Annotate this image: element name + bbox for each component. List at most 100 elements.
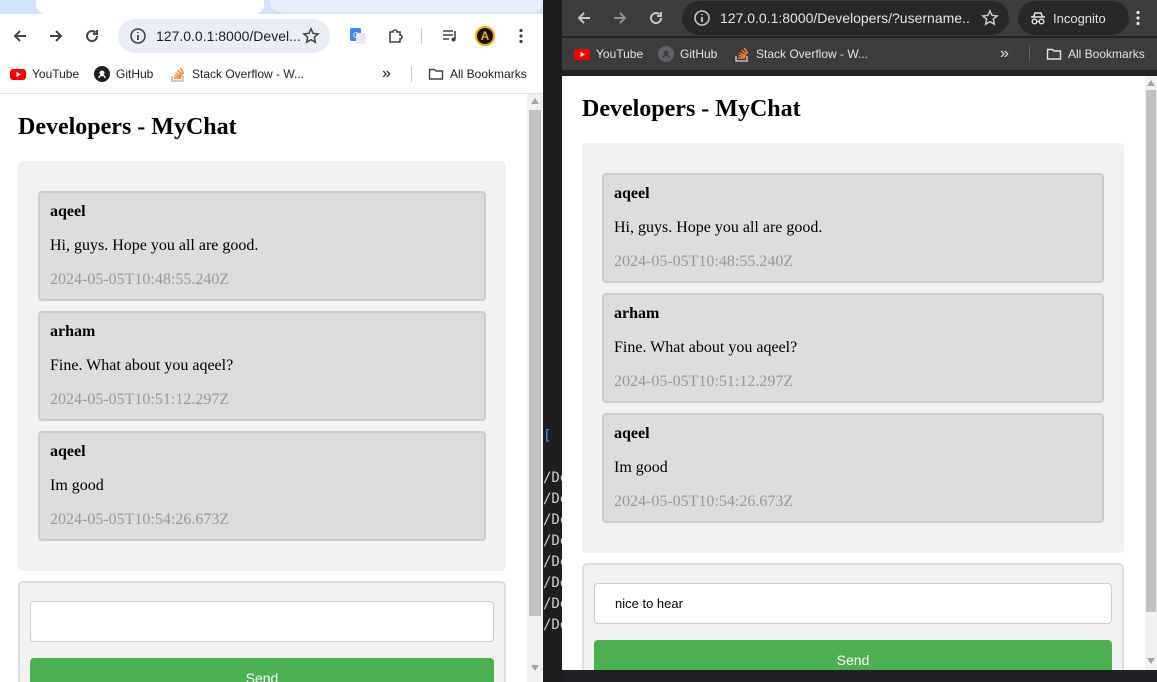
forward-icon[interactable] <box>608 6 632 30</box>
right-page-content: Developers - MyChat aqeel Hi, guys. Hope… <box>562 76 1145 670</box>
message-timestamp: 2024-05-05T10:51:12.297Z <box>614 373 794 390</box>
bookmark-label: GitHub <box>680 47 718 61</box>
forward-icon[interactable] <box>44 24 68 48</box>
message-username: aqeel <box>614 185 650 202</box>
reload-icon[interactable] <box>644 6 668 30</box>
bookmarks-divider <box>1029 46 1030 62</box>
incognito-icon <box>1030 10 1046 26</box>
chat-message: arham Fine. What about you aqeel? 2024-0… <box>602 293 1104 403</box>
message-text: Im good <box>50 477 104 494</box>
bookmark-youtube[interactable]: YouTube <box>10 58 79 90</box>
message-input[interactable]: nice to hear <box>594 583 1112 624</box>
folder-icon <box>428 66 444 82</box>
github-icon <box>94 66 110 82</box>
back-icon[interactable] <box>572 6 596 30</box>
message-username: aqeel <box>50 203 86 220</box>
left-active-tab[interactable] <box>36 0 264 14</box>
all-bookmarks[interactable]: All Bookmarks <box>1046 38 1145 70</box>
bookmark-github[interactable]: GitHub <box>94 58 153 90</box>
message-text: Im good <box>614 459 668 476</box>
toolbar-divider <box>421 28 422 44</box>
message-text: Hi, guys. Hope you all are good. <box>614 219 823 236</box>
bookmark-label: YouTube <box>32 67 80 81</box>
message-timestamp: 2024-05-05T10:54:26.673Z <box>614 493 794 510</box>
message-text: Hi, guys. Hope you all are good. <box>50 237 259 254</box>
left-page-content: Developers - MyChat aqeel Hi, guys. Hope… <box>0 94 527 682</box>
page-title: Developers - MyChat <box>582 96 801 122</box>
incognito-label: Incognito <box>1053 10 1106 26</box>
chat-box: aqeel Hi, guys. Hope you all are good. 2… <box>582 143 1124 553</box>
left-tab-strip <box>0 0 543 14</box>
bookmark-label: Stack Overflow - W... <box>192 67 305 81</box>
scroll-down-arrow-icon[interactable] <box>1145 654 1157 668</box>
star-icon[interactable] <box>981 8 999 27</box>
profile-avatar-icon[interactable]: A <box>473 24 497 48</box>
star-icon[interactable] <box>302 26 320 45</box>
message-timestamp: 2024-05-05T10:51:12.297Z <box>50 391 230 408</box>
all-bookmarks-label: All Bookmarks <box>1068 47 1145 61</box>
left-bookmarks-bar: YouTube GitHub Stack Overflow - W... » A… <box>0 58 543 90</box>
menu-icon[interactable] <box>1126 6 1150 30</box>
all-bookmarks-label: All Bookmarks <box>450 67 527 81</box>
bookmark-label: YouTube <box>596 47 644 61</box>
message-form: Send <box>18 581 506 682</box>
bookmark-label: GitHub <box>116 67 154 81</box>
folder-icon <box>1046 46 1062 62</box>
message-input[interactable] <box>30 601 494 642</box>
youtube-icon <box>10 66 26 82</box>
menu-icon[interactable] <box>509 24 533 48</box>
scroll-up-arrow-icon[interactable] <box>527 94 543 108</box>
right-bottom-strip <box>562 670 1157 682</box>
send-button[interactable]: Send <box>30 658 494 682</box>
message-timestamp: 2024-05-05T10:48:55.240Z <box>614 253 794 270</box>
extensions-icon[interactable] <box>384 24 408 48</box>
left-toolbar: 127.0.0.1:8000/Devel... G A <box>0 14 543 58</box>
right-page-scrollbar[interactable] <box>1145 76 1157 670</box>
scroll-up-arrow-icon[interactable] <box>1145 76 1157 90</box>
right-omnibox[interactable]: 127.0.0.1:8000/Developers/?username... <box>682 1 1009 35</box>
stackoverflow-icon <box>734 46 750 62</box>
bookmark-label: Stack Overflow - W... <box>756 47 869 61</box>
reload-icon[interactable] <box>80 24 104 48</box>
google-translate-icon[interactable]: G <box>346 24 370 48</box>
youtube-icon <box>574 46 590 62</box>
message-username: aqeel <box>50 443 86 460</box>
chat-message: aqeel Hi, guys. Hope you all are good. 2… <box>602 173 1104 283</box>
bookmarks-overflow-chevron[interactable]: » <box>382 58 391 90</box>
message-form: nice to hear Send <box>582 563 1124 670</box>
scrollbar-thumb[interactable] <box>1146 90 1156 612</box>
bookmark-github[interactable]: GitHub <box>658 38 717 70</box>
bookmark-youtube[interactable]: YouTube <box>574 38 643 70</box>
bookmark-stackoverflow[interactable]: Stack Overflow - W... <box>734 38 868 70</box>
right-bookmarks-bar: YouTube GitHub Stack Overflow - W... » A… <box>562 38 1157 70</box>
incognito-badge[interactable]: Incognito <box>1018 1 1129 35</box>
bookmark-stackoverflow[interactable]: Stack Overflow - W... <box>170 58 304 90</box>
right-incognito-window: 127.0.0.1:8000/Developers/?username... I… <box>562 0 1157 682</box>
bookmarks-divider <box>411 66 412 82</box>
back-icon[interactable] <box>8 24 32 48</box>
left-omnibox[interactable]: 127.0.0.1:8000/Devel... <box>118 19 330 53</box>
message-text: Fine. What about you aqeel? <box>614 339 798 356</box>
svg-text:G: G <box>353 31 359 40</box>
chat-message: aqeel Im good 2024-05-05T10:54:26.673Z <box>602 413 1104 523</box>
message-timestamp: 2024-05-05T10:54:26.673Z <box>50 511 230 528</box>
all-bookmarks[interactable]: All Bookmarks <box>428 58 527 90</box>
send-button[interactable]: Send <box>594 640 1112 670</box>
scroll-down-arrow-icon[interactable] <box>527 661 543 675</box>
message-username: aqeel <box>614 425 650 442</box>
media-control-icon[interactable] <box>438 24 462 48</box>
message-text: Fine. What about you aqeel? <box>50 357 234 374</box>
left-inactive-tab[interactable] <box>270 0 543 12</box>
message-username: arham <box>614 305 660 322</box>
site-info-icon[interactable] <box>692 8 712 28</box>
stackoverflow-icon <box>170 66 186 82</box>
left-page-scrollbar[interactable] <box>527 94 543 682</box>
left-browser-window: 127.0.0.1:8000/Devel... G A YouTube GitH… <box>0 0 543 682</box>
chat-box: aqeel Hi, guys. Hope you all are good. 2… <box>18 161 506 571</box>
message-username: arham <box>50 323 96 340</box>
url-text: 127.0.0.1:8000/Developers/?username... <box>720 10 970 26</box>
profile-initial: A <box>475 26 495 46</box>
site-info-icon[interactable] <box>128 26 148 46</box>
scrollbar-thumb[interactable] <box>529 110 541 616</box>
bookmarks-overflow-chevron[interactable]: » <box>1000 38 1009 70</box>
